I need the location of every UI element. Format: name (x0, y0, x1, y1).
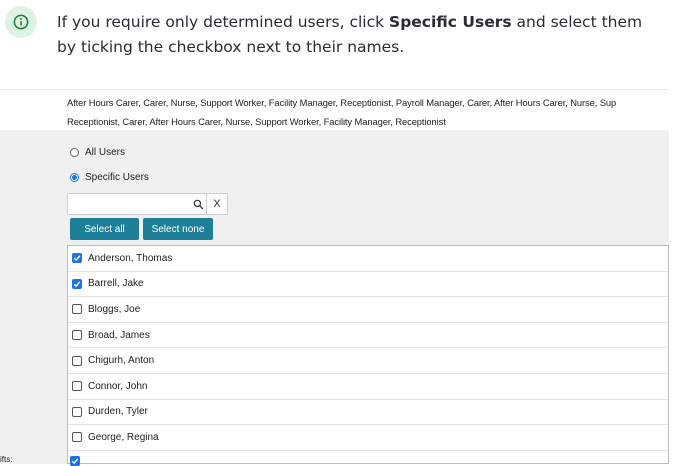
specific-users-label: Specific Users (85, 172, 149, 183)
user-name: Anderson, Thomas (88, 252, 173, 264)
specific-users-radio[interactable] (70, 173, 79, 182)
user-selection-screenshot: After Hours Carer, Carer, Nurse, Support… (0, 89, 669, 466)
all-users-label: All Users (85, 147, 126, 158)
user-row[interactable]: George, Regina (68, 425, 668, 451)
user-checkbox[interactable] (72, 432, 82, 443)
user-name: George, Regina (88, 431, 159, 443)
user-checkbox[interactable] (72, 304, 82, 315)
callout-bold-text: Specific Users (389, 13, 512, 31)
specific-users-option[interactable]: Specific Users (70, 172, 149, 183)
info-callout: If you require only determined users, cl… (0, 0, 677, 86)
user-name: Durden, Tyler (88, 406, 148, 418)
shifts-checkbox[interactable] (70, 456, 80, 466)
user-checkbox[interactable] (72, 381, 82, 392)
roles-summary: After Hours Carer, Carer, Nurse, Support… (0, 89, 669, 131)
user-search-input[interactable] (67, 193, 207, 215)
user-selection-panel: All Users Specific Users X Select all Se… (0, 130, 669, 464)
user-row[interactable]: Barrell, Jake (68, 272, 668, 298)
roles-line-2: Receptionist, Carer, After Hours Carer, … (67, 116, 446, 127)
all-users-radio[interactable] (70, 148, 79, 157)
user-row[interactable]: Bloggs, Joe (68, 297, 668, 323)
callout-text: If you require only determined users, cl… (57, 10, 657, 60)
user-name: Chigurh, Anton (88, 355, 155, 367)
user-row[interactable]: Durden, Tyler (68, 400, 668, 426)
callout-text-before: If you require only determined users, cl… (57, 13, 390, 31)
shifts-label: ifts: (0, 455, 13, 464)
user-name: Bloggs, Joe (88, 303, 141, 315)
select-all-button[interactable]: Select all (70, 218, 139, 240)
user-name: Connor, John (88, 380, 148, 392)
roles-line-1: After Hours Carer, Carer, Nurse, Support… (67, 97, 617, 108)
user-checkbox[interactable] (72, 355, 82, 366)
user-checkbox[interactable] (72, 253, 82, 264)
user-checkbox[interactable] (72, 406, 82, 417)
user-row[interactable]: Anderson, Thomas (68, 246, 668, 272)
user-row[interactable]: Broad, James (68, 323, 668, 349)
user-name: Broad, James (88, 329, 150, 341)
user-checkbox[interactable] (72, 330, 82, 341)
user-name: Barrell, Jake (88, 278, 144, 290)
user-row[interactable]: Connor, John (68, 374, 668, 400)
clear-search-button[interactable]: X (206, 193, 228, 215)
info-icon (5, 6, 37, 38)
user-row[interactable]: Chigurh, Anton (68, 348, 668, 374)
user-list: Anderson, Thomas Barrell, Jake Bloggs, Joe… (67, 245, 669, 464)
search-icon (193, 199, 204, 210)
select-none-button[interactable]: Select none (143, 218, 213, 240)
user-checkbox[interactable] (72, 278, 82, 289)
all-users-option[interactable]: All Users (70, 147, 125, 158)
